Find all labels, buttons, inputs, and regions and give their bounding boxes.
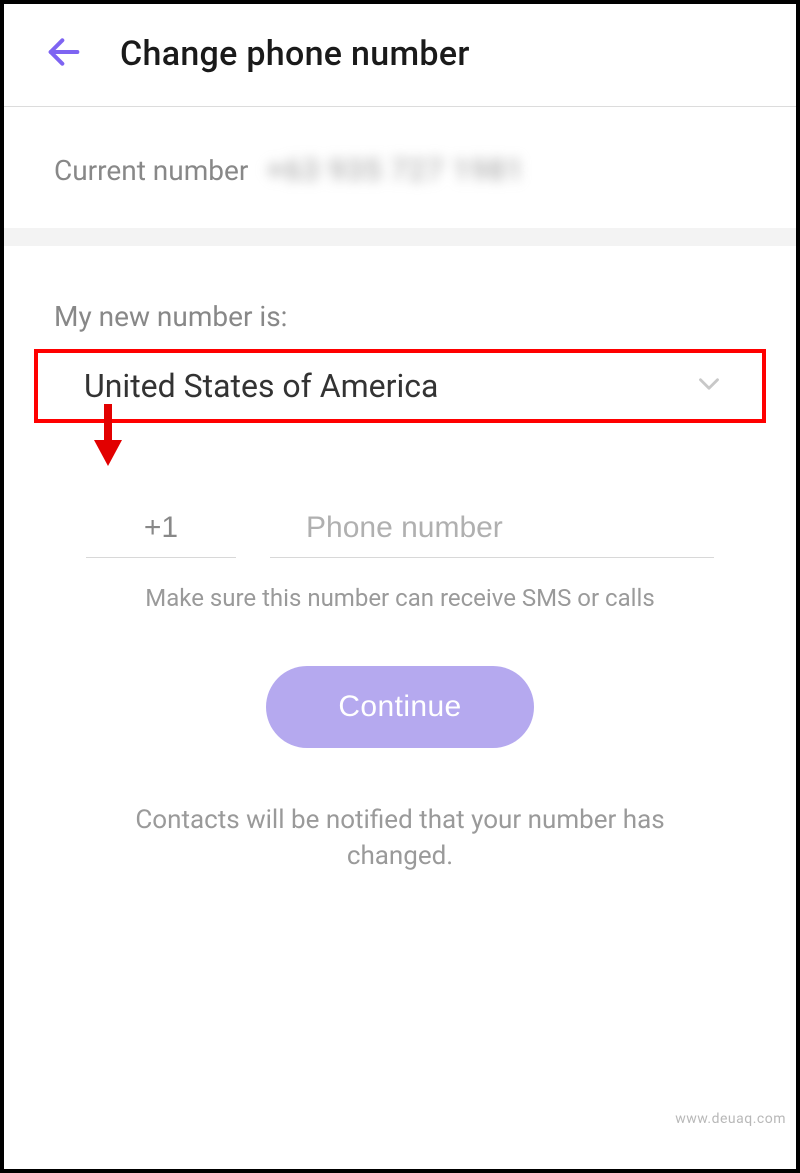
header: Change phone number	[4, 4, 796, 106]
phone-inputs-row	[4, 423, 796, 558]
page-title: Change phone number	[120, 34, 470, 74]
back-arrow-icon[interactable]	[44, 32, 84, 76]
chevron-down-icon	[692, 367, 726, 405]
country-select[interactable]: United States of America	[34, 349, 766, 423]
current-number-label: Current number	[54, 154, 248, 187]
continue-button[interactable]: Continue	[266, 666, 533, 748]
phone-number-input[interactable]	[270, 501, 714, 558]
phone-hint: Make sure this number can receive SMS or…	[4, 558, 796, 612]
current-number-value: +63 935 727 1981	[266, 153, 524, 188]
notify-text: Contacts will be notified that your numb…	[4, 748, 796, 875]
new-number-label: My new number is:	[4, 246, 796, 349]
current-number-row: Current number +63 935 727 1981	[4, 107, 796, 228]
country-name: United States of America	[84, 367, 438, 405]
section-divider	[4, 228, 796, 246]
watermark: www.deuaq.com	[675, 1111, 786, 1127]
dial-code-input[interactable]	[86, 501, 236, 558]
